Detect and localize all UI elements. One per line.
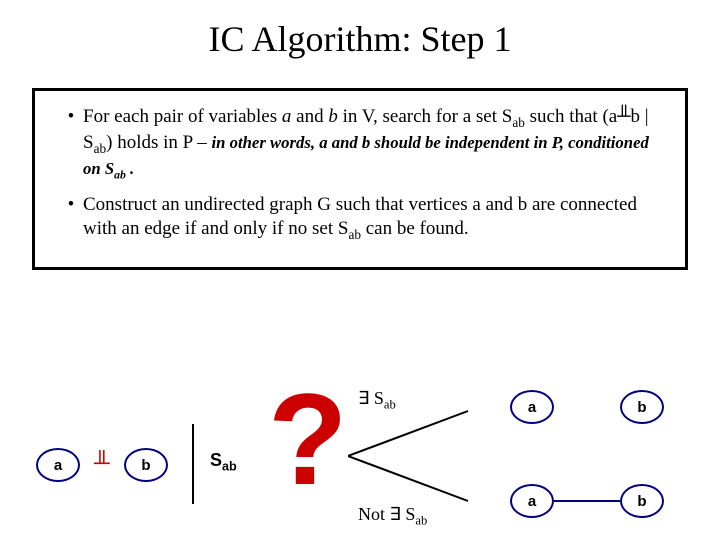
question-mark-icon: ?: [268, 374, 347, 504]
sab-label: Sab: [210, 450, 237, 474]
content-box: • For each pair of variables a and b in …: [32, 88, 688, 270]
node-a-top: a: [510, 390, 554, 424]
node-b-top: b: [620, 390, 664, 424]
bullet-1: • For each pair of variables a and b in …: [59, 105, 661, 183]
bullet-1-text: For each pair of variables a and b in V,…: [83, 105, 661, 183]
node-b-bottom: b: [620, 484, 664, 518]
bullet-marker: •: [59, 193, 83, 244]
bullet-2-text: Construct an undirected graph G such tha…: [83, 193, 661, 244]
exists-sab-label: ∃ Sab: [358, 388, 396, 413]
slide-title: IC Algorithm: Step 1: [0, 18, 720, 60]
branch-icon: [348, 406, 478, 506]
not-exists-sab-label: Not ∃ Sab: [358, 504, 427, 529]
diagram-area: a ╨ b Sab ? ∃ Sab Not ∃ Sab a b a b: [0, 378, 720, 548]
conditioning-bar: [192, 424, 194, 504]
bullet-2: • Construct an undirected graph G such t…: [59, 193, 661, 244]
node-a-left: a: [36, 448, 80, 482]
bullet-marker: •: [59, 105, 83, 183]
node-a-bottom: a: [510, 484, 554, 518]
independence-symbol: ╨: [94, 450, 110, 476]
node-b-left: b: [124, 448, 168, 482]
edge-ab: [554, 500, 620, 502]
